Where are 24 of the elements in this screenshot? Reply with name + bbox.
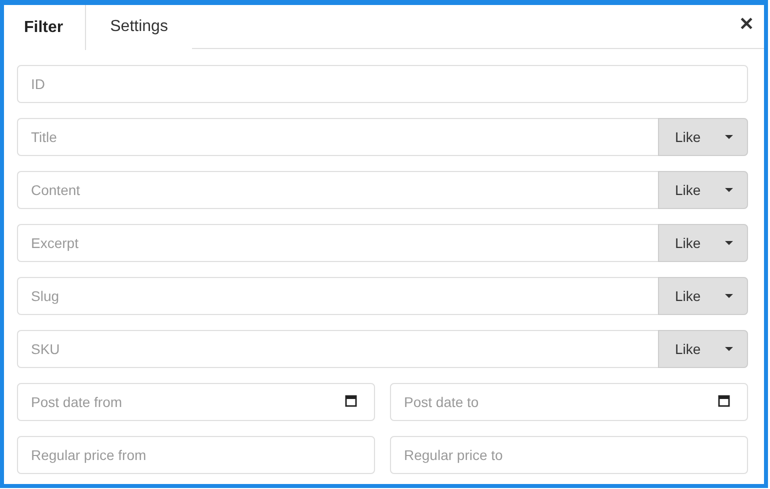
input-field[interactable]: Excerpt (17, 224, 658, 262)
caret-icon (725, 241, 733, 245)
tab[interactable]: Filter (4, 5, 86, 50)
input-field[interactable]: Content (17, 171, 658, 209)
caret-icon (725, 347, 733, 351)
input-field[interactable]: Post date from (17, 383, 375, 421)
caret-icon (725, 294, 733, 298)
input-field[interactable]: Title (17, 118, 658, 156)
input-field[interactable]: Post date to (390, 383, 748, 421)
input-field[interactable]: Slug (17, 277, 658, 315)
operator-dropdown[interactable]: Like (658, 330, 748, 368)
operator-dropdown[interactable]: Like (658, 224, 748, 262)
input-field[interactable]: ID (17, 65, 748, 103)
operator-dropdown[interactable]: Like (658, 171, 748, 209)
calendar-icon[interactable] (345, 395, 357, 407)
caret-icon (725, 188, 733, 192)
close-button[interactable]: ✕ (737, 9, 756, 40)
caret-icon (725, 135, 733, 139)
input-field[interactable]: Regular price to (390, 436, 748, 474)
operator-dropdown[interactable]: Like (658, 118, 748, 156)
input-field[interactable]: Regular price from (17, 436, 375, 474)
operator-dropdown[interactable]: Like (658, 277, 748, 315)
input-field[interactable]: SKU (17, 330, 658, 368)
calendar-icon[interactable] (718, 395, 730, 407)
